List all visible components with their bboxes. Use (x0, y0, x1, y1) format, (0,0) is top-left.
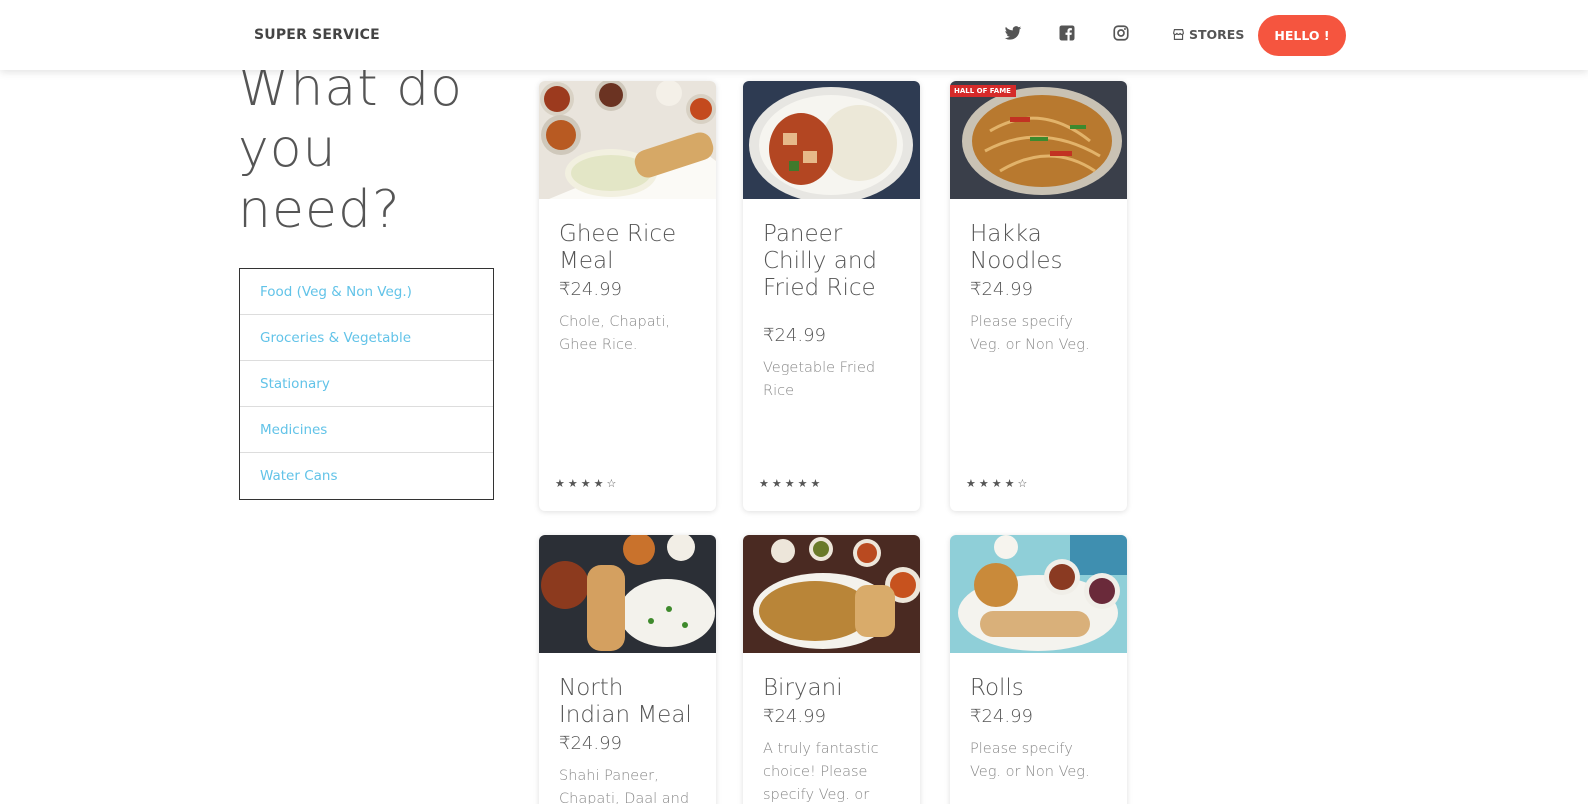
product-card[interactable]: North Indian Meal ₹24.99 Shahi Paneer, C… (539, 535, 716, 804)
category-item-food[interactable]: Food (Veg & Non Veg.) (240, 269, 493, 315)
product-card[interactable]: Ghee Rice Meal ₹24.99 Chole, Chapati, Gh… (539, 81, 716, 511)
product-rating: ★★★★★ (759, 477, 824, 490)
facebook-icon[interactable] (1058, 24, 1076, 42)
product-rating: ★★★★☆ (966, 477, 1031, 490)
product-image[interactable]: HALL OF FAME (950, 81, 1127, 199)
twitter-icon[interactable] (1004, 24, 1022, 42)
product-price: ₹24.99 (763, 706, 826, 727)
product-description: Please specify Veg. or Non Veg. (970, 314, 1090, 353)
instagram-icon[interactable] (1112, 24, 1130, 42)
category-item-water-cans[interactable]: Water Cans (240, 453, 493, 499)
navbar: SUPER SERVICE STORES HELLO ! (0, 0, 1588, 70)
product-image[interactable] (539, 535, 716, 653)
product-image[interactable] (539, 81, 716, 199)
category-item-groceries[interactable]: Groceries & Vegetable (240, 315, 493, 361)
product-price: ₹24.99 (559, 733, 622, 754)
product-card[interactable]: Paneer Chilly and Fried Rice ₹24.99 Vege… (743, 81, 920, 511)
product-price: ₹24.99 (970, 279, 1033, 300)
page-headline: What do you need? (238, 58, 463, 240)
product-price: ₹24.99 (970, 706, 1033, 727)
stores-label: STORES (1189, 27, 1245, 42)
brand-logo[interactable]: SUPER SERVICE (254, 27, 380, 43)
product-title[interactable]: Rolls (970, 675, 1107, 702)
hello-button[interactable]: HELLO ! (1258, 15, 1346, 56)
product-description: Chole, Chapati, Ghee Rice. (559, 314, 670, 353)
product-card[interactable]: Rolls ₹24.99 Please specify Veg. or Non … (950, 535, 1127, 804)
product-title[interactable]: Hakka Noodles (970, 221, 1107, 275)
product-title[interactable]: Paneer Chilly and Fried Rice (763, 221, 900, 302)
store-icon (1173, 29, 1184, 40)
product-image[interactable] (743, 81, 920, 199)
product-title[interactable]: North Indian Meal (559, 675, 696, 729)
hall-of-fame-badge: HALL OF FAME (950, 85, 1016, 97)
product-card[interactable]: Biryani ₹24.99 A truly fantastic choice!… (743, 535, 920, 804)
product-description: A truly fantastic choice! Please specify… (763, 741, 879, 803)
product-description: Shahi Paneer, Chapati, Daal and (559, 768, 690, 804)
product-description: Vegetable Fried Rice (763, 360, 876, 399)
category-list: Food (Veg & Non Veg.) Groceries & Vegeta… (239, 268, 494, 500)
product-title[interactable]: Ghee Rice Meal (559, 221, 696, 275)
product-description: Please specify Veg. or Non Veg. (970, 741, 1090, 780)
product-image[interactable] (743, 535, 920, 653)
product-image[interactable] (950, 535, 1127, 653)
category-item-stationary[interactable]: Stationary (240, 361, 493, 407)
product-title[interactable]: Biryani (763, 675, 900, 702)
product-price: ₹24.99 (559, 279, 622, 300)
product-rating: ★★★★☆ (555, 477, 620, 490)
product-card[interactable]: HALL OF FAME Hakka Noodles ₹24.99 Please… (950, 81, 1127, 511)
category-item-medicines[interactable]: Medicines (240, 407, 493, 453)
product-price: ₹24.99 (763, 325, 826, 346)
stores-link[interactable]: STORES (1172, 27, 1244, 42)
